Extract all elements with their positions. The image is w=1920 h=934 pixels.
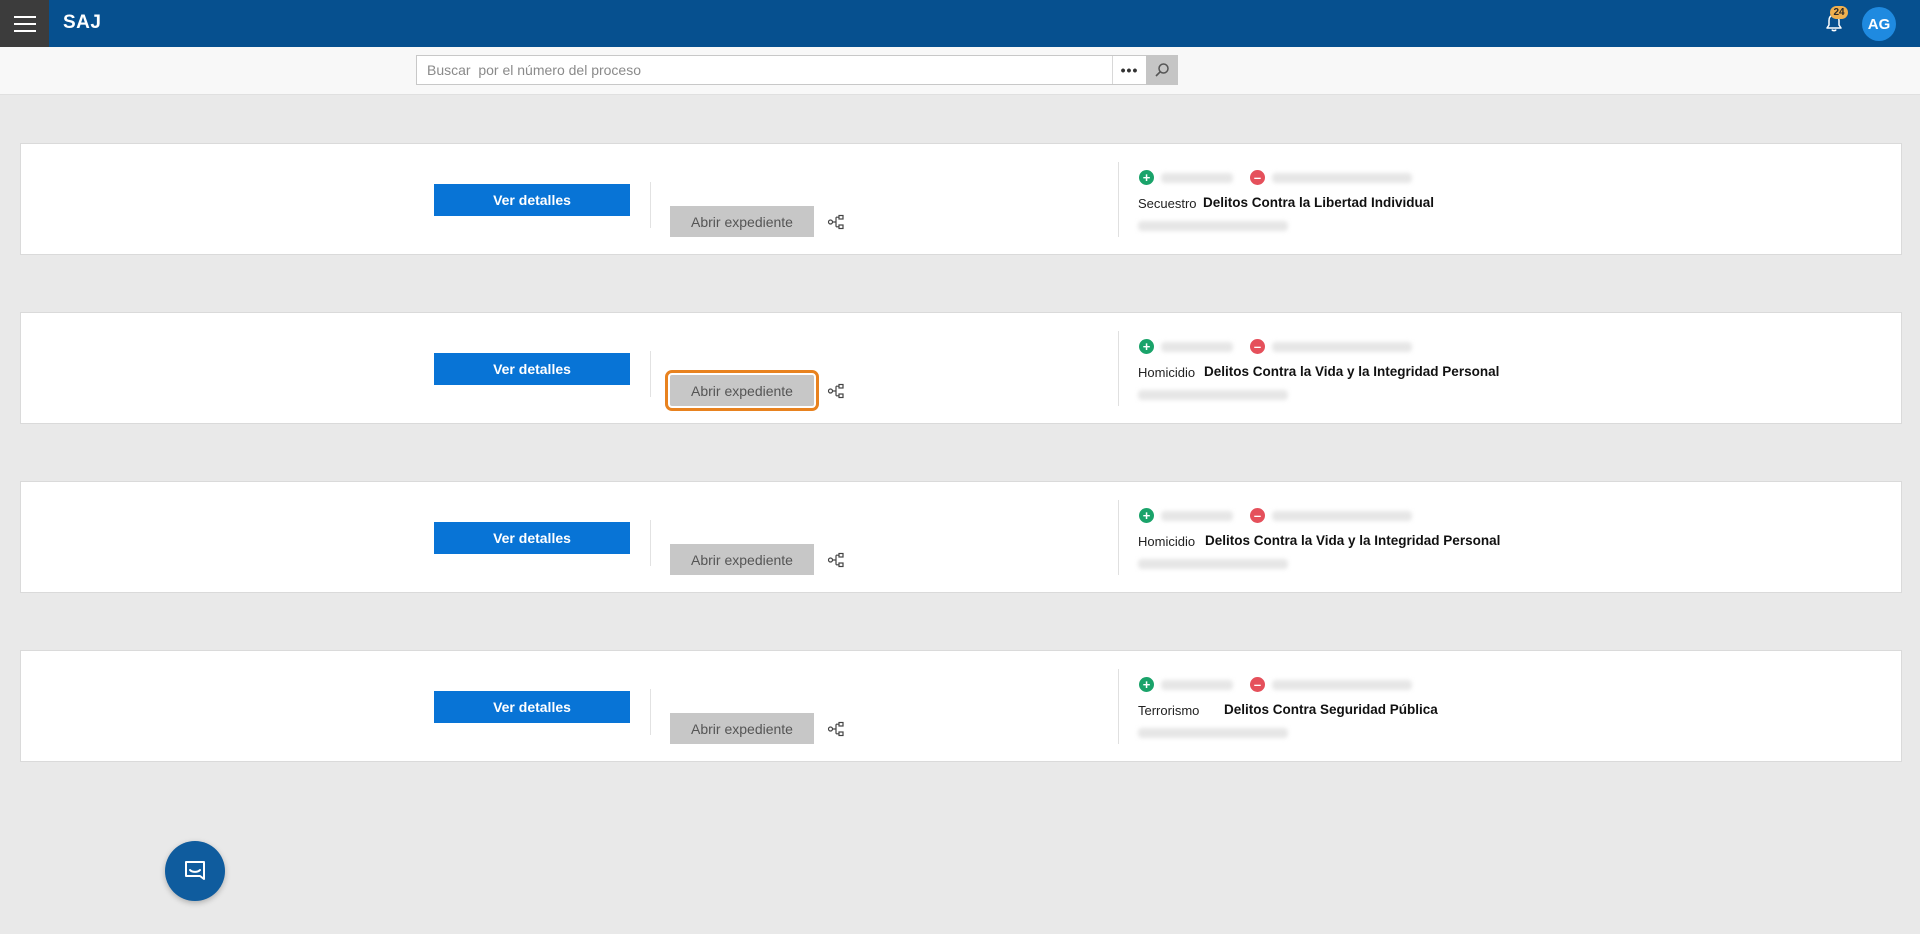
divider xyxy=(1118,162,1119,237)
minus-circle-icon: – xyxy=(1250,170,1265,185)
process-tree-icon[interactable] xyxy=(827,551,845,569)
redacted-text xyxy=(1161,511,1233,521)
notification-badge: 24 xyxy=(1830,6,1848,19)
minus-circle-icon: – xyxy=(1250,508,1265,523)
crime-type: Secuestro xyxy=(1138,196,1197,211)
case-card: Ver detalles Abrir expediente + – Homici… xyxy=(20,312,1902,424)
hamburger-menu-icon[interactable] xyxy=(0,0,49,47)
process-tree-icon[interactable] xyxy=(827,720,845,738)
plus-circle-icon: + xyxy=(1139,339,1154,354)
case-card: Ver detalles Abrir expediente + – Secues… xyxy=(20,143,1902,255)
redacted-text xyxy=(1161,173,1233,183)
top-bar: SAJ 24 AG xyxy=(0,0,1920,47)
case-card: Ver detalles Abrir expediente + – Terror… xyxy=(20,650,1902,762)
redacted-text xyxy=(1272,173,1412,183)
separator xyxy=(650,689,651,735)
open-file-button[interactable]: Abrir expediente xyxy=(665,370,819,411)
view-details-button[interactable]: Ver detalles xyxy=(434,691,630,723)
separator xyxy=(650,351,651,397)
user-avatar[interactable]: AG xyxy=(1862,7,1896,41)
open-file-button[interactable]: Abrir expediente xyxy=(670,713,814,744)
crime-category: Delitos Contra la Vida y la Integridad P… xyxy=(1204,364,1500,379)
redacted-text xyxy=(1138,221,1288,231)
separator xyxy=(650,520,651,566)
redacted-text xyxy=(1138,728,1288,738)
process-tree-icon[interactable] xyxy=(827,382,845,400)
crime-type: Terrorismo xyxy=(1138,703,1200,718)
redacted-text xyxy=(1138,559,1288,569)
redacted-text xyxy=(1138,390,1288,400)
divider xyxy=(1118,500,1119,575)
view-details-button[interactable]: Ver detalles xyxy=(434,522,630,554)
redacted-text xyxy=(1161,342,1233,352)
plus-circle-icon: + xyxy=(1139,508,1154,523)
divider xyxy=(1118,669,1119,744)
crime-category: Delitos Contra la Vida y la Integridad P… xyxy=(1205,533,1501,548)
crime-type: Homicidio xyxy=(1138,534,1196,549)
plus-circle-icon: + xyxy=(1139,677,1154,692)
app-title: SAJ xyxy=(63,12,102,33)
view-details-button[interactable]: Ver detalles xyxy=(434,184,630,216)
minus-circle-icon: – xyxy=(1250,677,1265,692)
search-options-button[interactable]: ••• xyxy=(1112,56,1146,84)
plus-circle-icon: + xyxy=(1139,170,1154,185)
search-icon[interactable] xyxy=(1146,55,1178,85)
open-file-button[interactable]: Abrir expediente xyxy=(670,544,814,575)
view-details-button[interactable]: Ver detalles xyxy=(434,353,630,385)
crime-category: Delitos Contra Seguridad Pública xyxy=(1224,702,1438,717)
separator xyxy=(650,182,651,228)
redacted-text xyxy=(1161,680,1233,690)
crime-category: Delitos Contra la Libertad Individual xyxy=(1203,195,1435,210)
redacted-text xyxy=(1272,511,1412,521)
chat-icon[interactable] xyxy=(165,841,225,901)
process-tree-icon[interactable] xyxy=(827,213,845,231)
case-card: Ver detalles Abrir expediente + – Homici… xyxy=(20,481,1902,593)
redacted-text xyxy=(1272,680,1412,690)
minus-circle-icon: – xyxy=(1250,339,1265,354)
crime-type: Homicidio xyxy=(1138,365,1196,380)
search-box: ••• xyxy=(416,55,1178,85)
redacted-text xyxy=(1272,342,1412,352)
search-bar-area: ••• xyxy=(0,47,1920,95)
search-input[interactable] xyxy=(417,56,1112,84)
divider xyxy=(1118,331,1119,406)
open-file-button[interactable]: Abrir expediente xyxy=(670,206,814,237)
